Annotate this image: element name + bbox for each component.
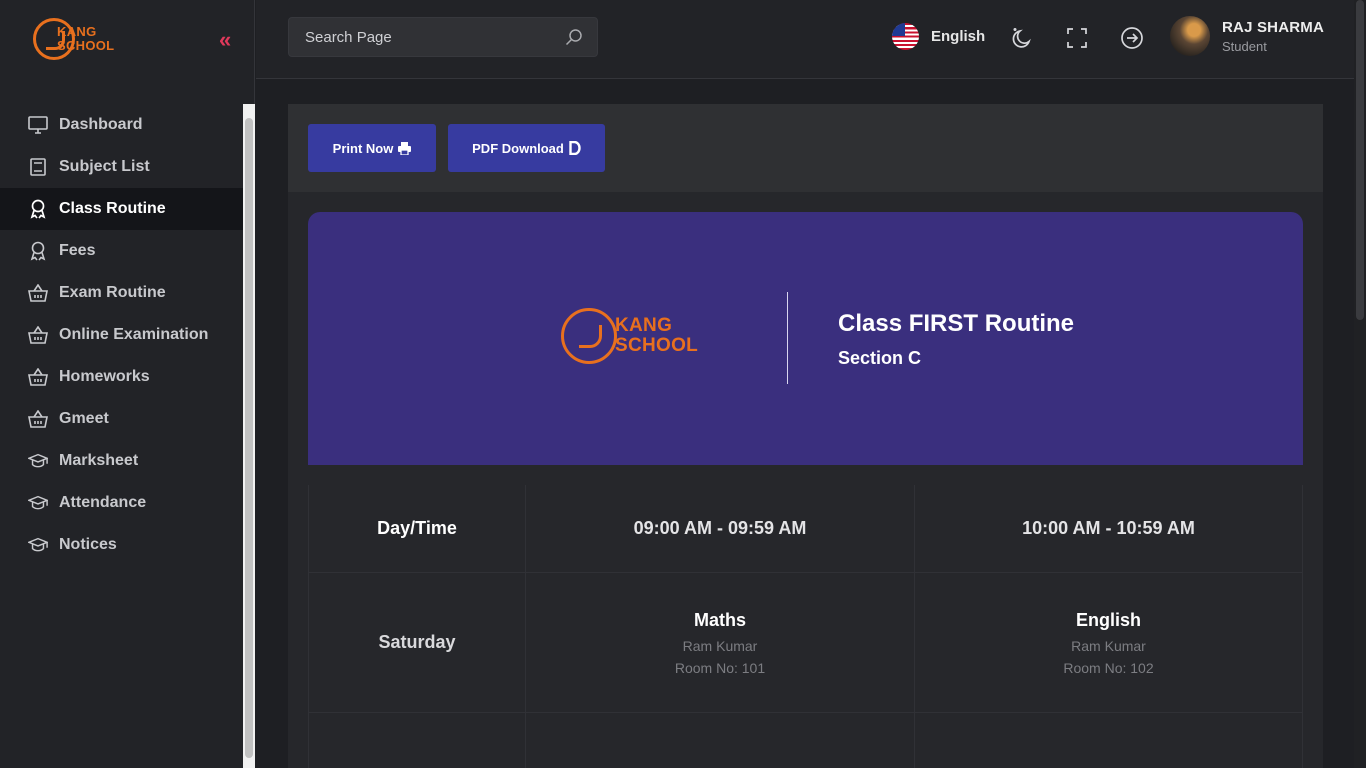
kangaroo-logo-icon (33, 18, 75, 60)
header-day-time: Day/Time (308, 485, 526, 572)
fullscreen-icon[interactable] (1064, 25, 1090, 51)
header-slot: 09:00 AM - 09:59 AM (526, 485, 915, 572)
day-label: Saturday (378, 632, 456, 652)
sidebar-item-class-routine[interactable]: Class Routine (0, 188, 243, 230)
sidebar-header: KANG SCHOOL « (0, 0, 254, 80)
us-flag-icon (892, 23, 919, 50)
sidebar-item-marksheet[interactable]: Marksheet (0, 440, 243, 482)
main-content: Print Now PDF Download KANG SCHOOL Class… (288, 104, 1323, 768)
sidebar-item-label: Fees (59, 242, 96, 259)
banner-brand-line-1: KANG (615, 315, 673, 336)
book-icon (28, 157, 48, 177)
search-box (288, 17, 598, 57)
routine-section: Section C (838, 348, 922, 368)
banner-divider (787, 292, 788, 384)
routine-cell: Maths Ram Kumar Room No: 101 (526, 573, 915, 712)
room-number: Room No: 102 (1063, 659, 1154, 676)
table-header-row: Day/Time 09:00 AM - 09:59 AM 10:00 AM - … (308, 485, 1303, 573)
basket-icon (28, 409, 48, 429)
page-scrollbar-thumb[interactable] (1356, 0, 1364, 320)
sidebar-item-label: Online Examination (59, 326, 209, 343)
printer-icon (398, 141, 412, 155)
sidebar-item-label: Homeworks (59, 368, 150, 385)
award-icon (28, 241, 48, 261)
sidebar-scrollbar-thumb[interactable] (245, 118, 253, 758)
collapse-sidebar-icon[interactable]: « (219, 28, 231, 52)
pdf-download-button[interactable]: PDF Download (448, 124, 605, 172)
room-number: Room No: 101 (674, 659, 766, 676)
topbar: English RAJ SHARMA Student (256, 0, 1356, 79)
language-label: English (931, 28, 986, 45)
teacher-name: Ram Kumar (682, 637, 758, 654)
sidebar-item-homeworks[interactable]: Homeworks (0, 356, 243, 398)
subject-name: Maths (693, 609, 746, 630)
routine-banner: KANG SCHOOL Class FIRST Routine Section … (308, 212, 1303, 465)
sidebar-item-label: Marksheet (59, 452, 139, 469)
user-profile[interactable]: RAJ SHARMA Student (1170, 16, 1324, 56)
print-now-label: Print Now (332, 140, 394, 156)
logout-icon[interactable] (1119, 25, 1145, 51)
sidebar-item-label: Exam Routine (59, 284, 166, 301)
user-name: RAJ SHARMA (1222, 18, 1325, 36)
sidebar-item-gmeet[interactable]: Gmeet (0, 398, 243, 440)
sidebar-item-fees[interactable]: Fees (0, 230, 243, 272)
routine-title: Class FIRST Routine (838, 310, 1075, 337)
routine-cell: English Ram Kumar Room No: 102 (915, 573, 1303, 712)
sidebar-item-subject-list[interactable]: Subject List (0, 146, 243, 188)
sidebar-item-attendance[interactable]: Attendance (0, 482, 243, 524)
sidebar-item-label: Attendance (59, 494, 147, 511)
avatar[interactable] (1170, 16, 1210, 56)
sidebar-item-notices[interactable]: Notices (0, 524, 243, 566)
brand-logo[interactable]: KANG SCHOOL (33, 18, 114, 60)
sidebar: KANG SCHOOL « Dashboard Subject List Cla… (0, 0, 255, 768)
graduation-cap-icon (28, 535, 48, 555)
user-role: Student (1222, 38, 1267, 54)
sidebar-item-dashboard[interactable]: Dashboard (0, 104, 243, 146)
sidebar-item-label: Dashboard (59, 116, 143, 133)
search-icon[interactable] (565, 28, 583, 51)
basket-icon (28, 283, 48, 303)
pdf-download-label: PDF Download (472, 140, 564, 156)
banner-brand-line-2: SCHOOL (615, 335, 699, 356)
sidebar-item-label: Class Routine (59, 200, 166, 217)
sidebar-item-label: Gmeet (59, 410, 109, 427)
print-now-button[interactable]: Print Now (308, 124, 436, 172)
kangaroo-logo-icon (561, 308, 617, 364)
monitor-icon (28, 115, 48, 135)
action-bar: Print Now PDF Download (288, 104, 1323, 192)
basket-icon (28, 325, 48, 345)
header-slot: 10:00 AM - 10:59 AM (915, 485, 1303, 572)
sidebar-item-label: Notices (59, 536, 117, 553)
award-icon (28, 199, 48, 219)
page-scrollbar[interactable] (1354, 0, 1366, 768)
dark-mode-icon[interactable] (1009, 25, 1035, 51)
teacher-name: Ram Kumar (1071, 637, 1146, 654)
table-row: Saturday Maths Ram Kumar Room No: 101 En… (308, 573, 1303, 713)
graduation-cap-icon (28, 451, 48, 471)
sidebar-item-label: Subject List (59, 158, 150, 175)
sidebar-scrollbar[interactable] (243, 104, 255, 768)
language-selector[interactable]: English (892, 23, 985, 50)
sidebar-item-exam-routine[interactable]: Exam Routine (0, 272, 243, 314)
subject-name: English (1075, 609, 1141, 630)
search-input[interactable] (289, 18, 597, 56)
sidebar-item-online-examination[interactable]: Online Examination (0, 314, 243, 356)
banner-logo: KANG SCHOOL (561, 308, 698, 364)
download-icon (569, 141, 581, 155)
basket-icon (28, 367, 48, 387)
routine-table: Day/Time 09:00 AM - 09:59 AM 10:00 AM - … (308, 485, 1303, 768)
graduation-cap-icon (28, 493, 48, 513)
table-row (308, 713, 1303, 768)
sidebar-menu: Dashboard Subject List Class Routine Fee… (0, 104, 243, 566)
